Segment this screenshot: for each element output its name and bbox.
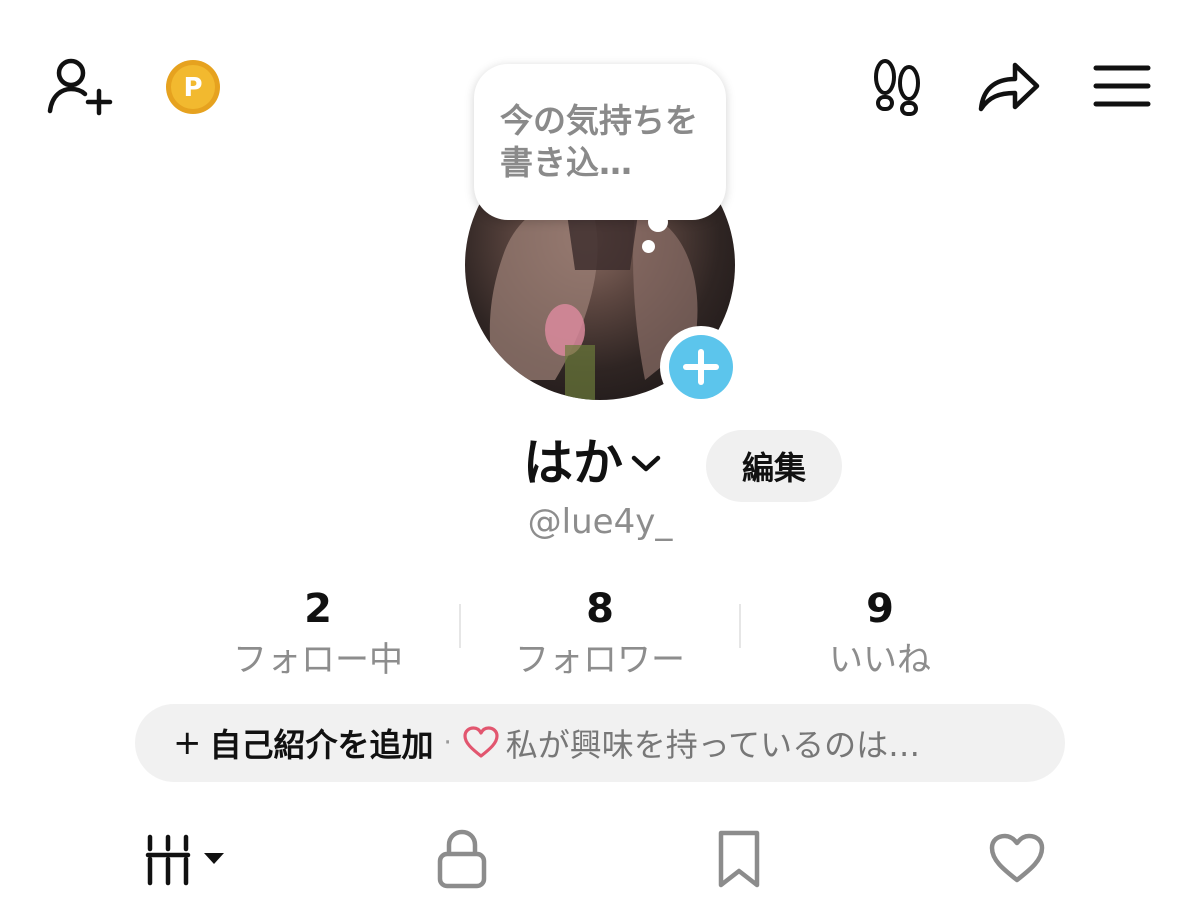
stat-followers[interactable]: 8 フォロワー — [470, 586, 730, 684]
coin-letter: P — [183, 73, 202, 103]
menu-icon — [1092, 60, 1152, 108]
edit-profile-button[interactable]: 編集 — [706, 430, 842, 502]
stat-likes[interactable]: 9 いいね — [750, 586, 1010, 684]
share-icon — [975, 55, 1043, 115]
interests-hint: 私が興味を持っているのは… — [505, 726, 921, 764]
chevron-down-icon — [629, 451, 663, 475]
add-avatar-button[interactable] — [660, 326, 742, 408]
grid-sort-icon — [144, 829, 230, 889]
plus-icon — [681, 347, 721, 387]
stat-following[interactable]: 2 フォロー中 — [188, 586, 448, 684]
bookmark-icon — [716, 829, 762, 889]
coin-button[interactable]: P — [164, 58, 222, 116]
stat-value: 2 — [304, 586, 332, 632]
stat-label: フォロワー — [515, 640, 685, 680]
status-placeholder: 今の気持ちを書き込… — [500, 101, 698, 182]
share-button[interactable] — [974, 54, 1044, 116]
menu-button[interactable] — [1090, 58, 1154, 110]
tab-private[interactable] — [434, 826, 490, 892]
display-name: はか — [523, 434, 623, 492]
stat-label: フォロー中 — [233, 640, 403, 680]
stat-divider — [739, 604, 741, 648]
lock-icon — [434, 828, 490, 890]
bio-plus: + — [173, 723, 202, 763]
display-name-switcher[interactable]: はか — [523, 430, 663, 496]
heart-outline-icon — [462, 726, 500, 760]
bio-separator: · — [443, 728, 452, 758]
heart-icon — [988, 832, 1046, 886]
footprints-icon — [868, 57, 926, 117]
profile-name-row: はか 編集 — [0, 430, 1200, 502]
status-thought-bubble[interactable]: 今の気持ちを書き込… — [474, 64, 726, 220]
tab-saved[interactable] — [716, 826, 762, 892]
bio-bar[interactable]: + 自己紹介を追加 · 私が興味を持っているのは… — [135, 704, 1065, 782]
add-friend-button[interactable] — [42, 54, 116, 118]
bubble-tail-dot-large — [648, 212, 668, 232]
tab-liked[interactable] — [988, 826, 1046, 892]
coin-icon: P — [165, 59, 221, 115]
stat-value: 9 — [866, 586, 894, 632]
stat-divider — [459, 604, 461, 648]
tab-posts-grid[interactable] — [144, 826, 230, 892]
username: @lue4y_ — [527, 502, 673, 542]
bubble-tail-dot-small — [642, 240, 655, 253]
stat-value: 8 — [586, 586, 614, 632]
stat-label: いいね — [829, 640, 931, 680]
add-bio-label: 自己紹介を追加 — [209, 726, 434, 764]
footprints-button[interactable] — [866, 54, 928, 120]
add-friend-icon — [44, 55, 114, 117]
